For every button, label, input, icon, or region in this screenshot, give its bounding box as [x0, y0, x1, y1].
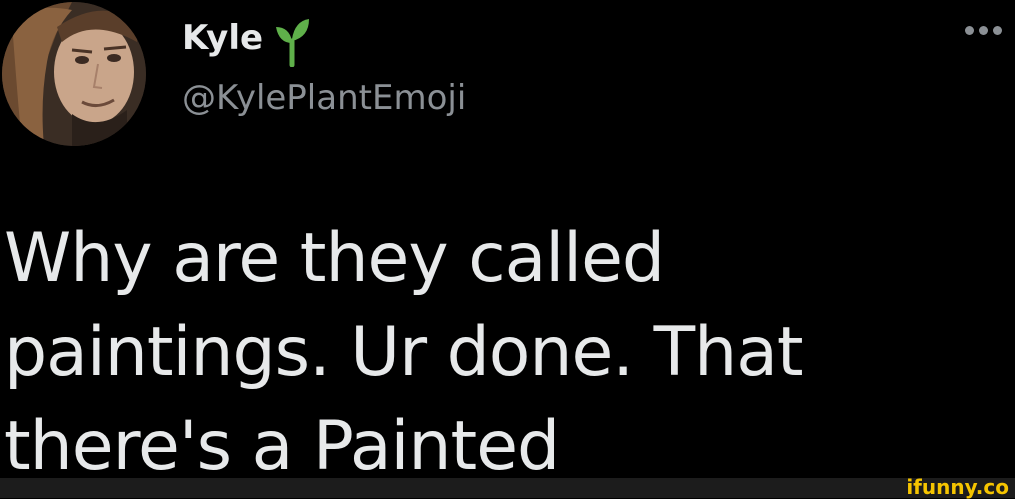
avatar[interactable] [2, 2, 146, 146]
more-dot [993, 26, 1002, 35]
ifunny-watermark: ifunny.co [906, 475, 1009, 499]
more-options-icon[interactable] [965, 26, 1002, 35]
display-name[interactable]: Kyle [182, 18, 263, 58]
tweet-text: Why are they called paintings. Ur done. … [4, 219, 804, 486]
more-dot [979, 26, 988, 35]
user-handle[interactable]: @KylePlantEmoji [182, 78, 466, 118]
more-dot [965, 26, 974, 35]
name-row: Kyle [182, 10, 311, 68]
tweet-card: Kyle @KylePlantEmoji Why are they called… [0, 0, 1015, 498]
sprout-icon [273, 15, 311, 68]
footer-bar [0, 478, 1015, 498]
